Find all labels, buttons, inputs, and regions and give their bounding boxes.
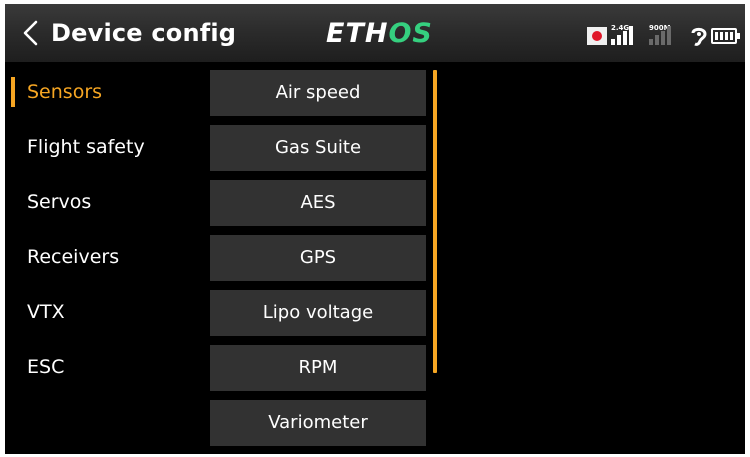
signal-bar: [649, 39, 653, 45]
sensor-button-rpm[interactable]: RPM: [210, 345, 426, 391]
active-marker: [11, 77, 15, 107]
record-icon: [587, 27, 607, 45]
menu-item-sensors[interactable]: Sensors: [5, 72, 205, 112]
signal-bar: [629, 26, 633, 45]
menu-item-servos[interactable]: Servos: [5, 182, 205, 222]
sensor-button-gas-suite[interactable]: Gas Suite: [210, 125, 426, 171]
sensor-button-gps[interactable]: GPS: [210, 235, 426, 281]
ethos-logo: ETHOS: [326, 20, 433, 48]
logo-main: ETH: [326, 18, 389, 49]
back-button[interactable]: [17, 18, 45, 48]
signal-bar: [667, 26, 671, 45]
ear-icon: [691, 27, 707, 46]
page-title: Device config: [51, 19, 237, 47]
menu-item-label: Receivers: [27, 246, 120, 268]
status-bar: 2.4G 900M: [587, 24, 742, 48]
signal-bar: [617, 35, 621, 45]
chevron-left-icon: [23, 20, 38, 46]
menu-item-esc[interactable]: ESC: [5, 347, 205, 387]
device-screen: Device config ETHOS 2.4G 900M Sensors Fl…: [5, 4, 745, 454]
signal-bar: [623, 31, 627, 45]
sensor-button-aes[interactable]: AES: [210, 180, 426, 226]
menu-item-label: ESC: [27, 356, 65, 378]
menu-item-label: Flight safety: [27, 136, 145, 158]
logo-accent: OS: [388, 18, 433, 49]
header-bar: Device config ETHOS 2.4G 900M: [5, 4, 745, 62]
signal-bar: [661, 31, 665, 45]
signal-bar: [655, 35, 659, 45]
sensor-button-lipo-voltage[interactable]: Lipo voltage: [210, 290, 426, 336]
sensor-button-air-speed[interactable]: Air speed: [210, 70, 426, 116]
battery-icon: [711, 28, 740, 44]
menu-item-label: VTX: [27, 301, 65, 323]
menu-item-flight-safety[interactable]: Flight safety: [5, 127, 205, 167]
menu-item-label: Sensors: [27, 81, 103, 103]
list-scrollbar[interactable]: [433, 70, 437, 373]
signal-bar: [611, 39, 615, 45]
menu-item-label: Servos: [27, 191, 92, 213]
sensor-button-variometer[interactable]: Variometer: [210, 400, 426, 446]
menu-item-receivers[interactable]: Receivers: [5, 237, 205, 277]
menu-item-vtx[interactable]: VTX: [5, 292, 205, 332]
